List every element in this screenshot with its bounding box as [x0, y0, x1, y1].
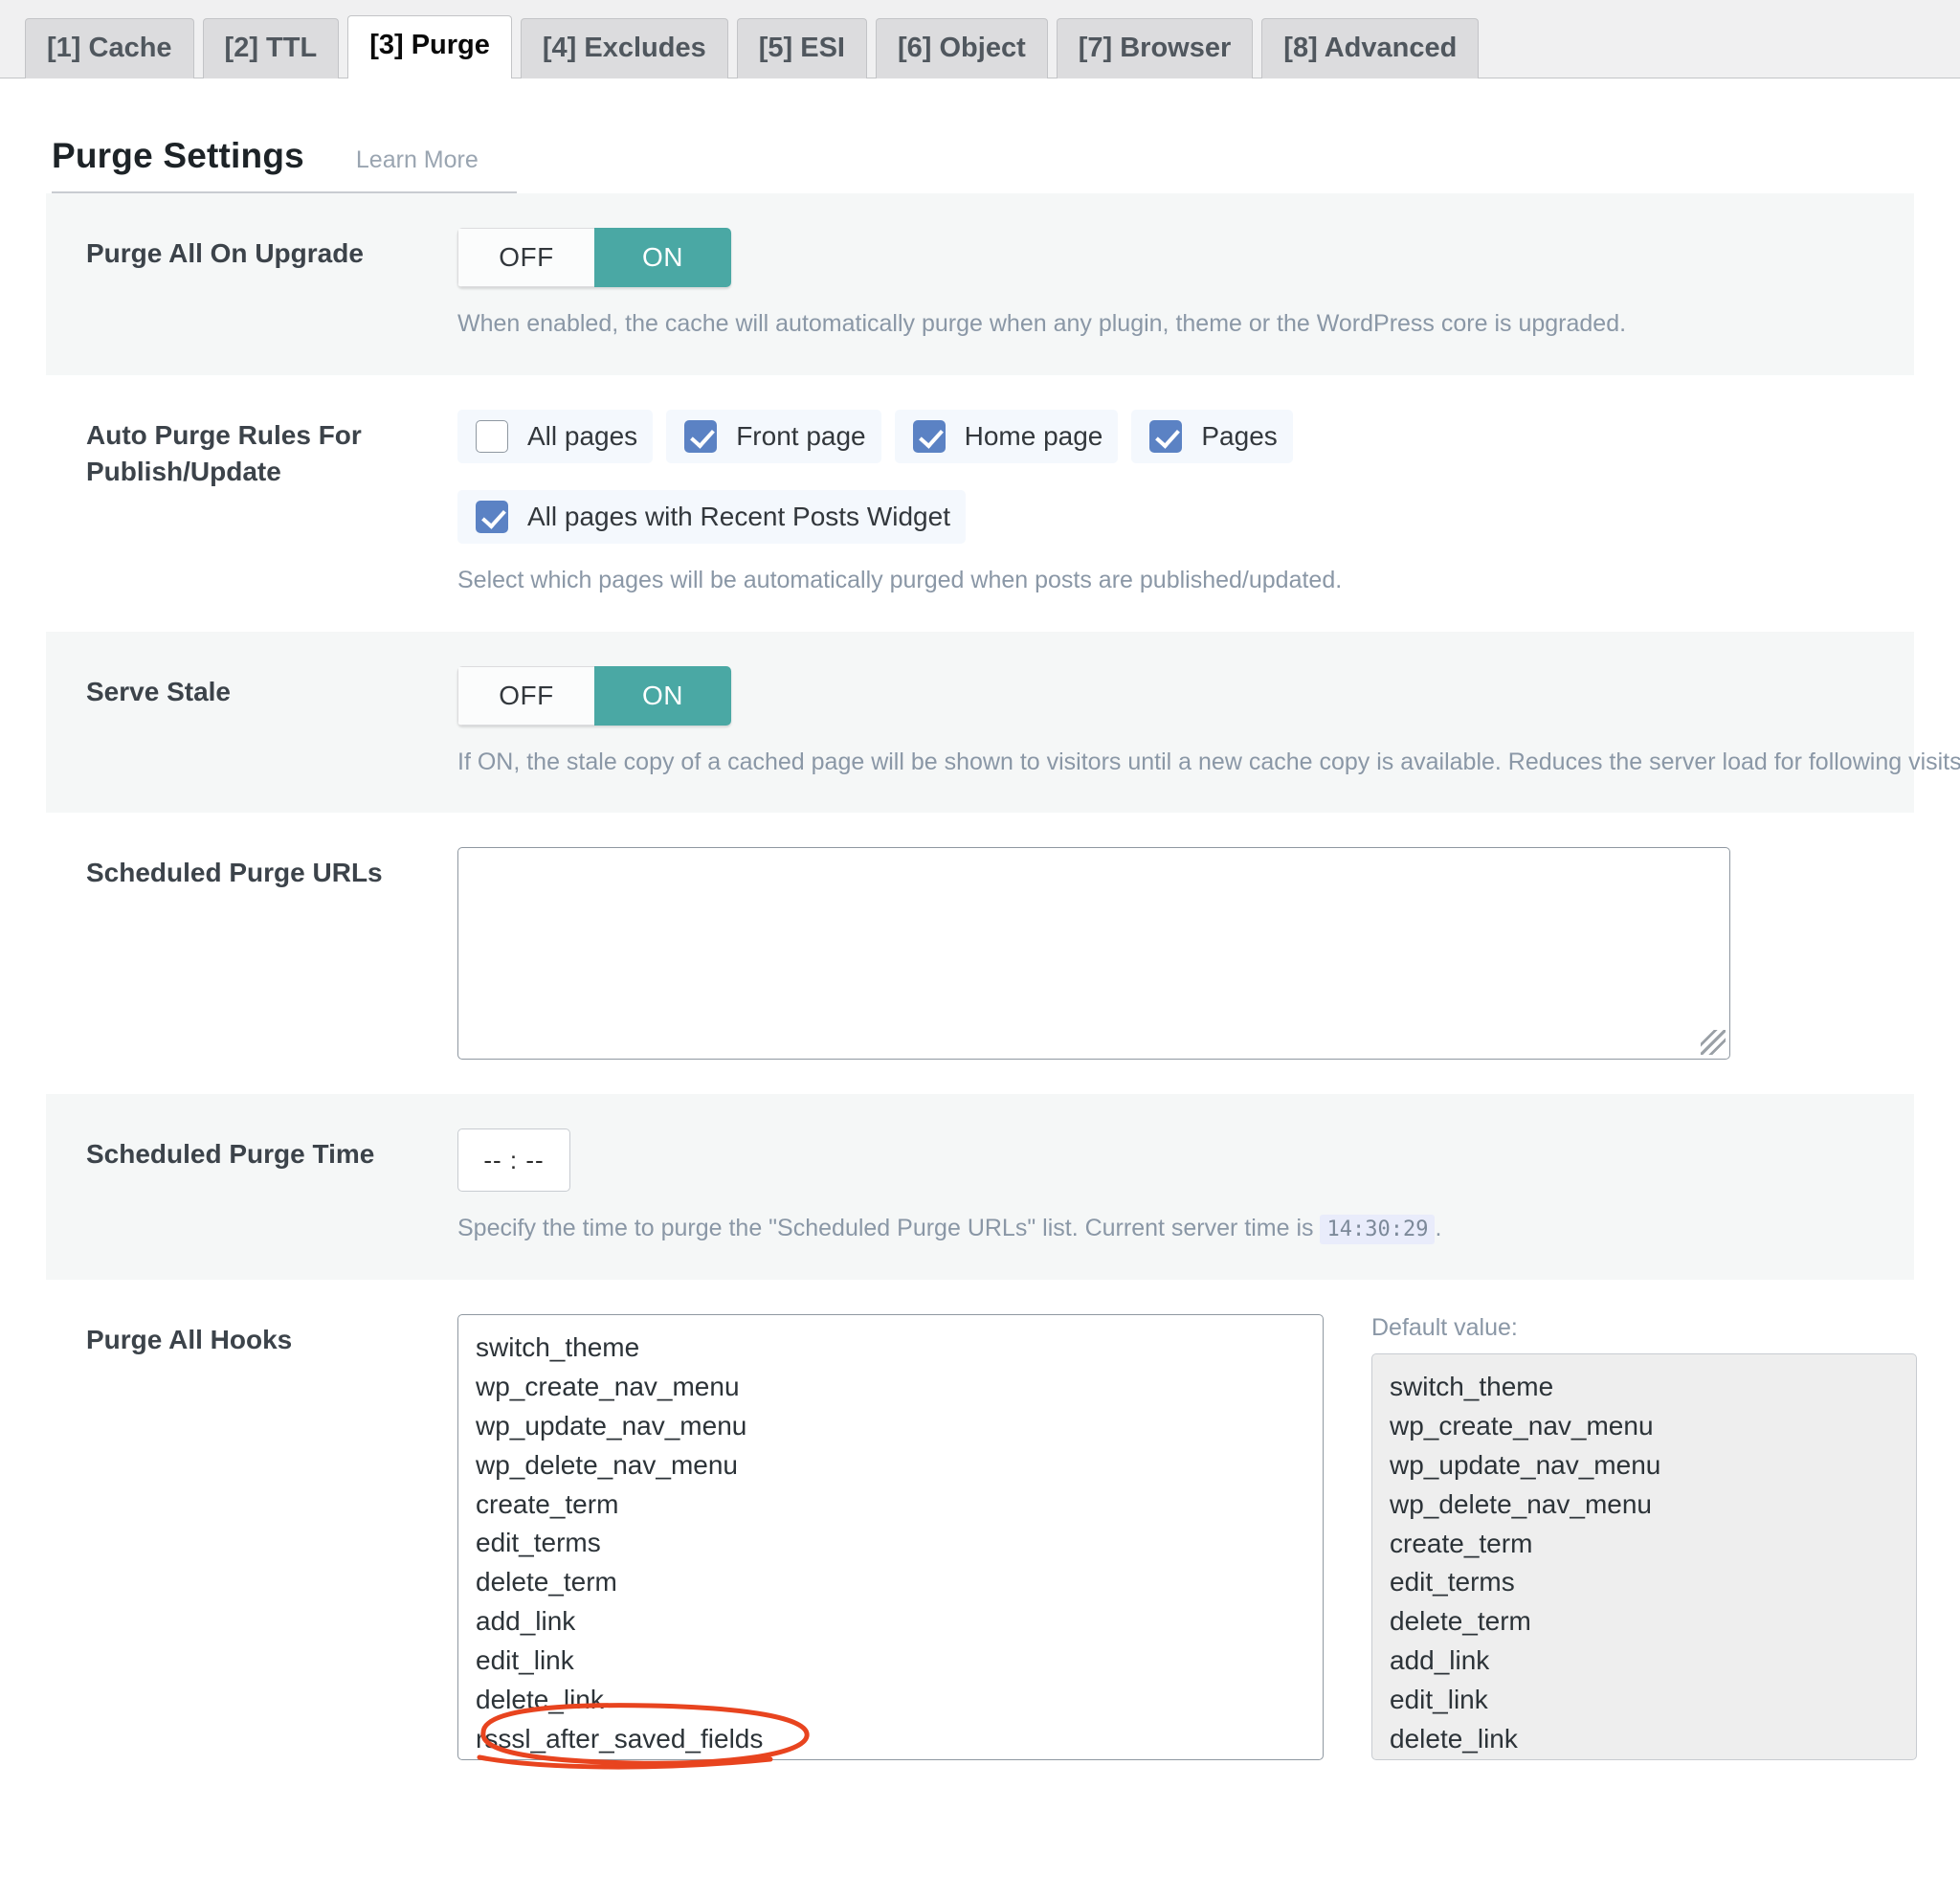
checkbox-item-home-page[interactable]: Home page [894, 409, 1119, 463]
hook-line: edit_terms [476, 1528, 601, 1558]
purge-all-hooks-label: Purge All Hooks [86, 1325, 293, 1354]
checkbox-item-all-pages[interactable]: All pages [457, 409, 654, 463]
auto-purge-rules-description: Select which pages will be automatically… [457, 566, 1343, 593]
checkbox-recent-posts-widget[interactable] [476, 500, 508, 533]
tab-esi[interactable]: [5] ESI [736, 18, 867, 78]
page-title-row: Purge Settings Learn More [52, 136, 517, 193]
setting-row-purge-all-on-upgrade: Purge All On Upgrade OFF ON When enabled… [46, 193, 1914, 375]
checkbox-pages[interactable] [1149, 419, 1183, 453]
checkbox-item-pages[interactable]: Pages [1131, 409, 1293, 463]
checkbox-label: All pages with Recent Posts Widget [527, 501, 950, 531]
toggle-option-off[interactable]: OFF [457, 665, 594, 726]
default-hook-line: create_term [1390, 1528, 1533, 1558]
hook-line-annotated: rsssl_after_saved_fields [476, 1702, 1305, 1770]
checkbox-all-pages[interactable] [476, 419, 508, 453]
purge-settings-panel: Purge Settings Learn More Purge All On U… [0, 136, 1960, 1795]
checkbox-front-page[interactable] [684, 419, 718, 453]
default-hook-line: switch_theme [1390, 1372, 1554, 1401]
description-text-after: . [1435, 1215, 1442, 1242]
hook-line: add_link [476, 1606, 576, 1637]
tab-purge[interactable]: [3] Purge [347, 15, 512, 78]
description-text-before: Specify the time to purge the "Scheduled… [457, 1215, 1314, 1242]
setting-row-scheduled-purge-urls: Scheduled Purge URLs [46, 813, 1914, 1094]
serve-stale-label: Serve Stale [86, 676, 231, 706]
checkbox-item-recent-posts-widget[interactable]: All pages with Recent Posts Widget [457, 489, 966, 544]
settings-tab-bar: [1] Cache [2] TTL [3] Purge [4] Excludes… [0, 0, 1960, 78]
purge-all-on-upgrade-toggle[interactable]: OFF ON [457, 228, 731, 287]
scheduled-purge-time-input[interactable]: -- : -- [457, 1128, 570, 1193]
tab-ttl[interactable]: [2] TTL [202, 18, 340, 78]
default-hook-line: edit_link [1390, 1685, 1488, 1714]
scheduled-purge-time-description: Specify the time to purge the "Scheduled… [457, 1213, 1914, 1245]
purge-all-on-upgrade-label: Purge All On Upgrade [86, 238, 364, 268]
scheduled-purge-time-label: Scheduled Purge Time [86, 1139, 375, 1170]
tab-excludes[interactable]: [4] Excludes [520, 18, 728, 78]
default-hook-line: delete_link [1390, 1723, 1518, 1754]
checkbox-label: Front page [736, 420, 866, 451]
default-hook-line: wp_delete_nav_menu [1390, 1488, 1652, 1519]
resize-grip-icon[interactable] [1701, 1030, 1726, 1056]
checkbox-label: Home page [964, 420, 1103, 451]
scheduled-purge-urls-label: Scheduled Purge URLs [86, 858, 383, 888]
current-server-time: 14:30:29 [1320, 1215, 1436, 1245]
default-hook-line: add_link [1390, 1645, 1490, 1676]
toggle-option-on[interactable]: ON [594, 665, 731, 726]
tab-cache[interactable]: [1] Cache [25, 18, 194, 78]
hook-line: edit_link [476, 1645, 574, 1675]
auto-purge-rules-label: Auto Purge Rules For Publish/Update [86, 419, 362, 486]
auto-purge-rules-options-row-2: All pages with Recent Posts Widget [457, 489, 1914, 544]
serve-stale-toggle[interactable]: OFF ON [457, 665, 731, 726]
checkbox-label: All pages [527, 420, 638, 451]
setting-row-auto-purge-rules: Auto Purge Rules For Publish/Update All … [46, 375, 1914, 632]
tab-browser[interactable]: [7] Browser [1056, 18, 1254, 78]
hook-line: wp_update_nav_menu [476, 1410, 747, 1441]
checkbox-item-front-page[interactable]: Front page [666, 409, 881, 463]
scheduled-purge-urls-textarea[interactable] [457, 847, 1730, 1061]
default-hook-line: wp_create_nav_menu [1390, 1410, 1654, 1441]
setting-row-serve-stale: Serve Stale OFF ON If ON, the stale copy… [46, 631, 1960, 814]
hook-line: create_term [476, 1488, 619, 1519]
auto-purge-rules-options-row-1: All pages Front page Home page Pages [457, 409, 1914, 463]
default-value-label: Default value: [1371, 1314, 1518, 1341]
hook-line: delete_term [476, 1567, 617, 1597]
hook-line: delete_link [476, 1684, 604, 1714]
page-title: Purge Settings [52, 136, 304, 175]
default-hook-line: wp_update_nav_menu [1390, 1449, 1661, 1480]
default-hook-line: edit_terms [1390, 1567, 1515, 1597]
checkbox-home-page[interactable] [912, 419, 946, 453]
tab-advanced[interactable]: [8] Advanced [1261, 18, 1480, 78]
hook-line: switch_theme [476, 1332, 640, 1362]
purge-all-on-upgrade-description: When enabled, the cache will automatical… [457, 310, 1627, 337]
checkbox-label: Pages [1201, 420, 1278, 451]
serve-stale-description: If ON, the stale copy of a cached page w… [457, 748, 1960, 775]
purge-all-hooks-textarea[interactable]: switch_theme wp_create_nav_menu wp_update_… [457, 1314, 1324, 1770]
hook-line: wp_delete_nav_menu [476, 1449, 738, 1480]
learn-more-link[interactable]: Learn More [356, 146, 479, 174]
tab-object[interactable]: [6] Object [875, 18, 1048, 78]
purge-all-hooks-default-value: switch_theme wp_create_nav_menu wp_update_… [1371, 1353, 1917, 1760]
toggle-option-on[interactable]: ON [594, 228, 731, 287]
toggle-option-off[interactable]: OFF [457, 228, 594, 287]
setting-row-purge-all-hooks: Purge All Hooks switch_theme wp_create_na… [46, 1280, 1917, 1795]
default-hook-line: delete_term [1390, 1606, 1531, 1637]
setting-row-scheduled-purge-time: Scheduled Purge Time -- : -- Specify the… [46, 1094, 1914, 1280]
hook-line: wp_create_nav_menu [476, 1371, 740, 1401]
